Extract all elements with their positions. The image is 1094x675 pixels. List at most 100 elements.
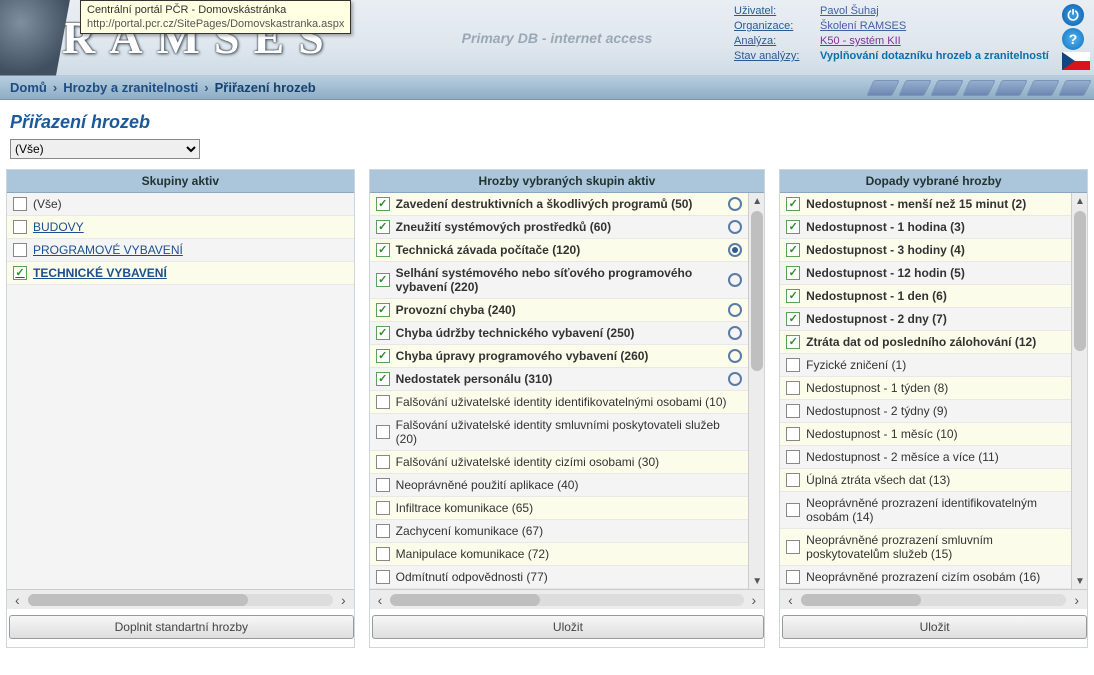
impact-row[interactable]: ✓ Nedostupnost - 1 den (6) (780, 285, 1071, 308)
threat-row[interactable]: Falšování uživatelské identity smluvními… (370, 414, 749, 451)
save-threats-button[interactable]: Uložit (372, 615, 765, 639)
threat-row[interactable]: ✓ Nedostatek personálu (310) (370, 368, 749, 391)
threat-row[interactable]: ✓ Chyba údržby technického vybavení (250… (370, 322, 749, 345)
checkbox[interactable] (376, 478, 390, 492)
impact-row[interactable]: Nedostupnost - 1 měsíc (10) (780, 423, 1071, 446)
checkbox[interactable]: ✓ (786, 243, 800, 257)
scroll-right-icon[interactable]: › (1070, 592, 1083, 608)
checkbox[interactable]: ✓ (786, 197, 800, 211)
scroll-left-icon[interactable]: ‹ (784, 592, 797, 608)
checkbox[interactable]: ✓ (376, 220, 390, 234)
radio[interactable] (728, 349, 742, 363)
impact-row[interactable]: ✓ Nedostupnost - menší než 15 minut (2) (780, 193, 1071, 216)
radio[interactable] (728, 243, 742, 257)
checkbox[interactable]: ✓ (786, 266, 800, 280)
checkbox[interactable]: ✓ (376, 243, 390, 257)
threat-row[interactable]: Neoprávněné použití aplikace (40) (370, 474, 749, 497)
threat-row[interactable]: Manipulace komunikace (72) (370, 543, 749, 566)
radio[interactable] (728, 220, 742, 234)
checkbox[interactable] (376, 547, 390, 561)
checkbox[interactable] (786, 503, 800, 517)
checkbox[interactable] (376, 395, 390, 409)
impact-row[interactable]: Nedostupnost - 2 měsíce a více (11) (780, 446, 1071, 469)
checkbox[interactable] (376, 425, 390, 439)
threat-row[interactable]: ✓ Technická závada počítače (120) (370, 239, 749, 262)
checkbox[interactable] (13, 243, 27, 257)
threat-row[interactable]: Falšování uživatelské identity identifik… (370, 391, 749, 414)
impact-row[interactable]: ✓ Nedostupnost - 1 hodina (3) (780, 216, 1071, 239)
checkbox[interactable]: ✓ (376, 197, 390, 211)
checkbox[interactable] (786, 404, 800, 418)
group-row[interactable]: PROGRAMOVÉ VYBAVENÍ (7, 239, 354, 262)
checkbox[interactable] (376, 455, 390, 469)
group-row[interactable]: BUDOVY (7, 216, 354, 239)
checkbox[interactable] (786, 381, 800, 395)
radio[interactable] (728, 326, 742, 340)
checkbox[interactable] (786, 473, 800, 487)
impact-row[interactable]: ✓ Nedostupnost - 3 hodiny (4) (780, 239, 1071, 262)
impacts-hscroll[interactable]: ‹ › (780, 589, 1087, 609)
impact-row[interactable]: Úplná ztráta všech dat (13) (780, 469, 1071, 492)
group-row[interactable]: (Vše) (7, 193, 354, 216)
checkbox[interactable]: ✓ (376, 326, 390, 340)
threat-row[interactable]: ✓ Provozní chyba (240) (370, 299, 749, 322)
threat-row[interactable]: ✓ Zavedení destruktivních a škodlivých p… (370, 193, 749, 216)
checkbox[interactable] (786, 540, 800, 554)
impact-row[interactable]: Neoprávněné prozrazení smluvním poskytov… (780, 529, 1071, 566)
filter-select[interactable]: (Vše) (10, 139, 200, 159)
impact-row[interactable]: Fyzické zničení (1) (780, 354, 1071, 377)
info-analysis-link[interactable]: K50 - systém KII (820, 34, 901, 49)
radio[interactable] (728, 197, 742, 211)
checkbox[interactable] (786, 450, 800, 464)
breadcrumb-mid[interactable]: Hrozby a zranitelnosti (63, 80, 198, 95)
threat-row[interactable]: Falšování uživatelské identity cizími os… (370, 451, 749, 474)
scroll-down-icon[interactable]: ▼ (1072, 573, 1087, 589)
scroll-down-icon[interactable]: ▼ (749, 573, 764, 589)
impact-row[interactable]: ✓ Ztráta dat od posledního zálohování (1… (780, 331, 1071, 354)
checkbox[interactable]: ✓ (376, 349, 390, 363)
checkbox[interactable]: ✓ (786, 289, 800, 303)
scroll-right-icon[interactable]: › (337, 592, 350, 608)
checkbox[interactable]: ✓ (13, 266, 27, 280)
impact-row[interactable]: Neoprávněné prozrazení cizím osobám (16) (780, 566, 1071, 589)
breadcrumb-home[interactable]: Domů (10, 80, 47, 95)
save-impacts-button[interactable]: Uložit (782, 615, 1087, 639)
impact-row[interactable]: Nedostupnost - 2 týdny (9) (780, 400, 1071, 423)
checkbox[interactable]: ✓ (786, 220, 800, 234)
checkbox[interactable] (13, 197, 27, 211)
impacts-vscroll[interactable]: ▲ ▼ (1071, 193, 1087, 589)
info-user-link[interactable]: Pavol Šuhaj (820, 4, 879, 19)
checkbox[interactable]: ✓ (376, 273, 390, 287)
threat-row[interactable]: Zachycení komunikace (67) (370, 520, 749, 543)
threat-row[interactable]: ✓ Chyba úpravy programového vybavení (26… (370, 345, 749, 368)
threat-row[interactable]: ✓ Zneužití systémových prostředků (60) (370, 216, 749, 239)
threat-row[interactable]: Odmítnutí odpovědnosti (77) (370, 566, 749, 589)
scroll-up-icon[interactable]: ▲ (749, 193, 764, 209)
checkbox[interactable]: ✓ (376, 303, 390, 317)
scroll-left-icon[interactable]: ‹ (11, 592, 24, 608)
checkbox[interactable]: ✓ (786, 312, 800, 326)
checkbox[interactable]: ✓ (786, 335, 800, 349)
threat-row[interactable]: ✓ Selhání systémového nebo síťového prog… (370, 262, 749, 299)
scroll-up-icon[interactable]: ▲ (1072, 193, 1087, 209)
impact-row[interactable]: Neoprávněné prozrazení identifikovatelný… (780, 492, 1071, 529)
power-icon[interactable]: ⏻ (1062, 4, 1084, 26)
radio[interactable] (728, 273, 742, 287)
group-row[interactable]: ✓ TECHNICKÉ VYBAVENÍ (7, 262, 354, 285)
scroll-right-icon[interactable]: › (748, 592, 761, 608)
checkbox[interactable] (376, 501, 390, 515)
radio[interactable] (728, 372, 742, 386)
impact-row[interactable]: ✓ Nedostupnost - 2 dny (7) (780, 308, 1071, 331)
radio[interactable] (728, 303, 742, 317)
checkbox[interactable] (786, 427, 800, 441)
checkbox[interactable] (786, 570, 800, 584)
checkbox[interactable] (13, 220, 27, 234)
checkbox[interactable] (376, 570, 390, 584)
checkbox[interactable] (786, 358, 800, 372)
flag-cz-icon[interactable] (1062, 52, 1090, 70)
impact-row[interactable]: ✓ Nedostupnost - 12 hodin (5) (780, 262, 1071, 285)
checkbox[interactable] (376, 524, 390, 538)
threats-hscroll[interactable]: ‹ › (370, 589, 765, 609)
help-icon[interactable]: ? (1062, 28, 1084, 50)
scroll-left-icon[interactable]: ‹ (374, 592, 387, 608)
